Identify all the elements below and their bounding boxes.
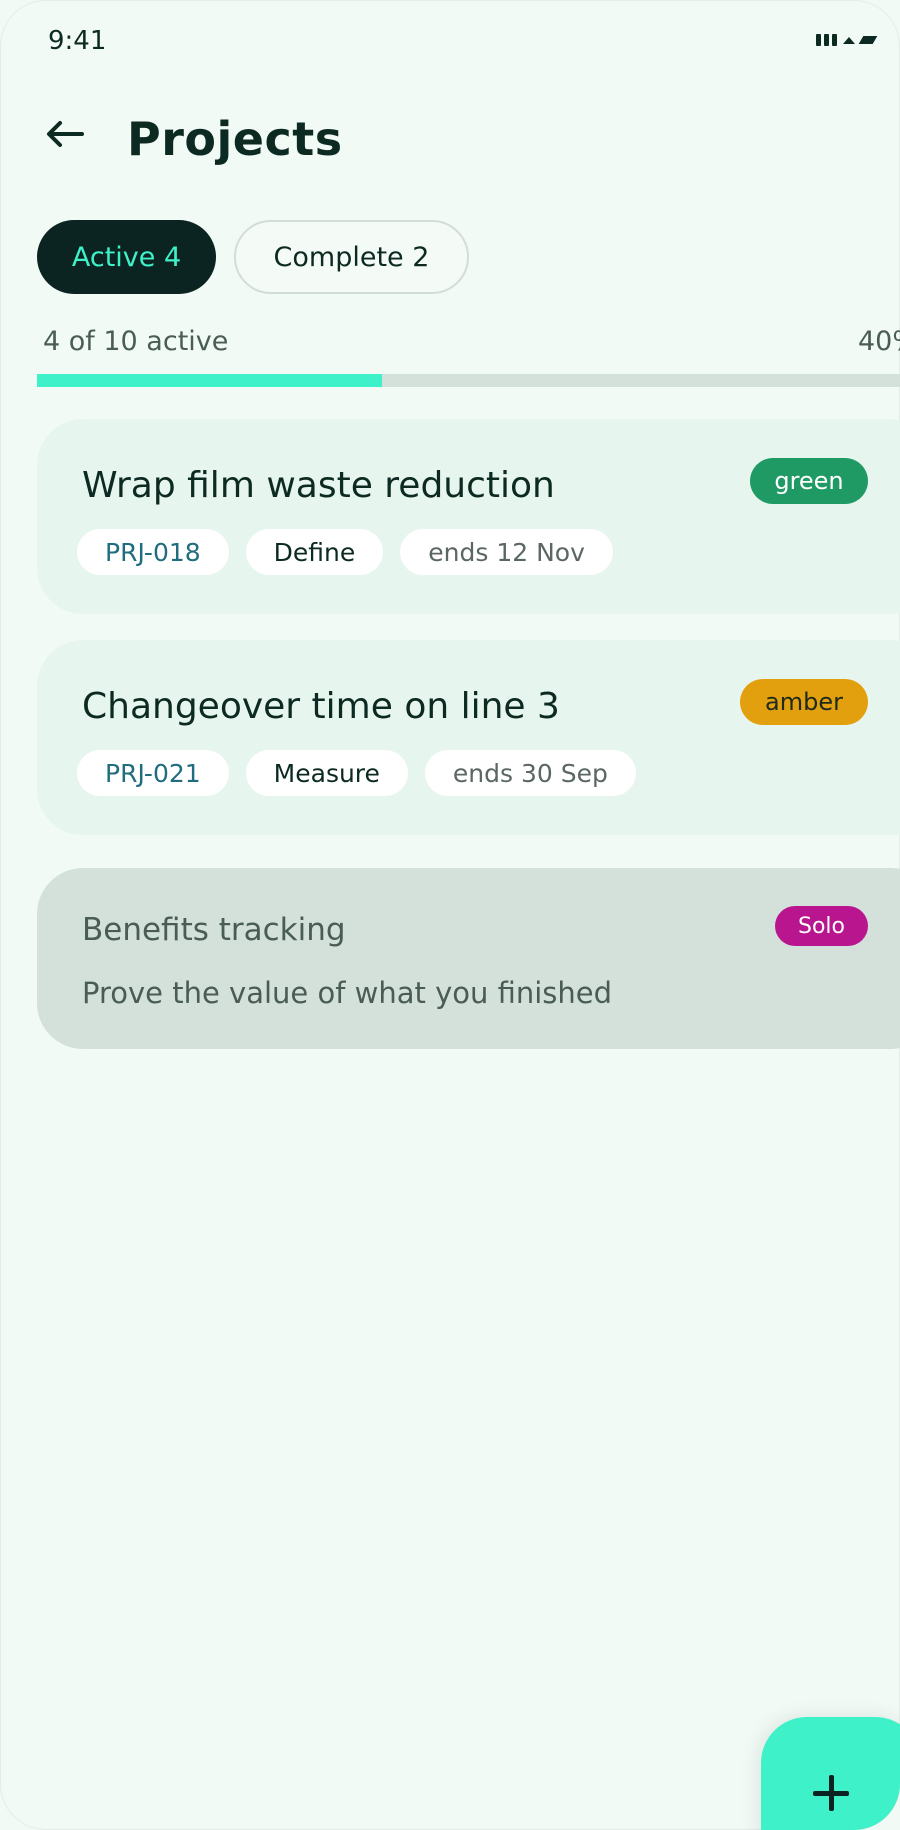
project-meta: PRJ-018 Define ends 12 Nov [77, 529, 613, 575]
project-card[interactable]: Wrap film waste reduction green PRJ-018 … [37, 419, 900, 614]
project-phase-chip: Define [245, 529, 384, 575]
project-card[interactable]: Changeover time on line 3 amber PRJ-021 … [37, 640, 900, 835]
project-end-chip: ends 30 Sep [424, 750, 636, 796]
battery-icon [858, 36, 878, 44]
back-button[interactable] [44, 118, 86, 150]
plus-icon [813, 1775, 849, 1811]
add-project-button[interactable] [761, 1717, 900, 1830]
project-id-chip: PRJ-018 [77, 529, 229, 575]
status-badge: green [750, 458, 868, 504]
solo-badge: Solo [775, 906, 868, 946]
status-icons [816, 34, 878, 46]
project-title: Changeover time on line 3 [82, 686, 560, 727]
progress-track [37, 374, 900, 387]
benefits-subtitle: Prove the value of what you finished [82, 976, 613, 1010]
project-phase-chip: Measure [245, 750, 408, 796]
project-id-chip: PRJ-021 [77, 750, 229, 796]
project-end-chip: ends 12 Nov [400, 529, 613, 575]
status-time: 9:41 [48, 26, 107, 56]
benefits-tracking-card[interactable]: Benefits tracking Solo Prove the value o… [37, 868, 900, 1049]
progress-label: 4 of 10 active [43, 326, 229, 357]
wifi-icon [843, 36, 855, 44]
status-badge: amber [740, 679, 868, 725]
tab-active[interactable]: Active 4 [37, 220, 216, 294]
app-screen: 9:41 Projects Active 4 Complete 2 4 of 1… [0, 0, 900, 1830]
signal-icon [816, 34, 837, 46]
project-meta: PRJ-021 Measure ends 30 Sep [77, 750, 636, 796]
progress-percent: 40% [858, 326, 900, 357]
benefits-title: Benefits tracking [82, 912, 346, 948]
arrow-left-icon [47, 121, 84, 147]
project-title: Wrap film waste reduction [82, 465, 555, 506]
page-title: Projects [127, 112, 343, 166]
progress-fill [37, 374, 383, 387]
tab-complete[interactable]: Complete 2 [234, 220, 469, 294]
